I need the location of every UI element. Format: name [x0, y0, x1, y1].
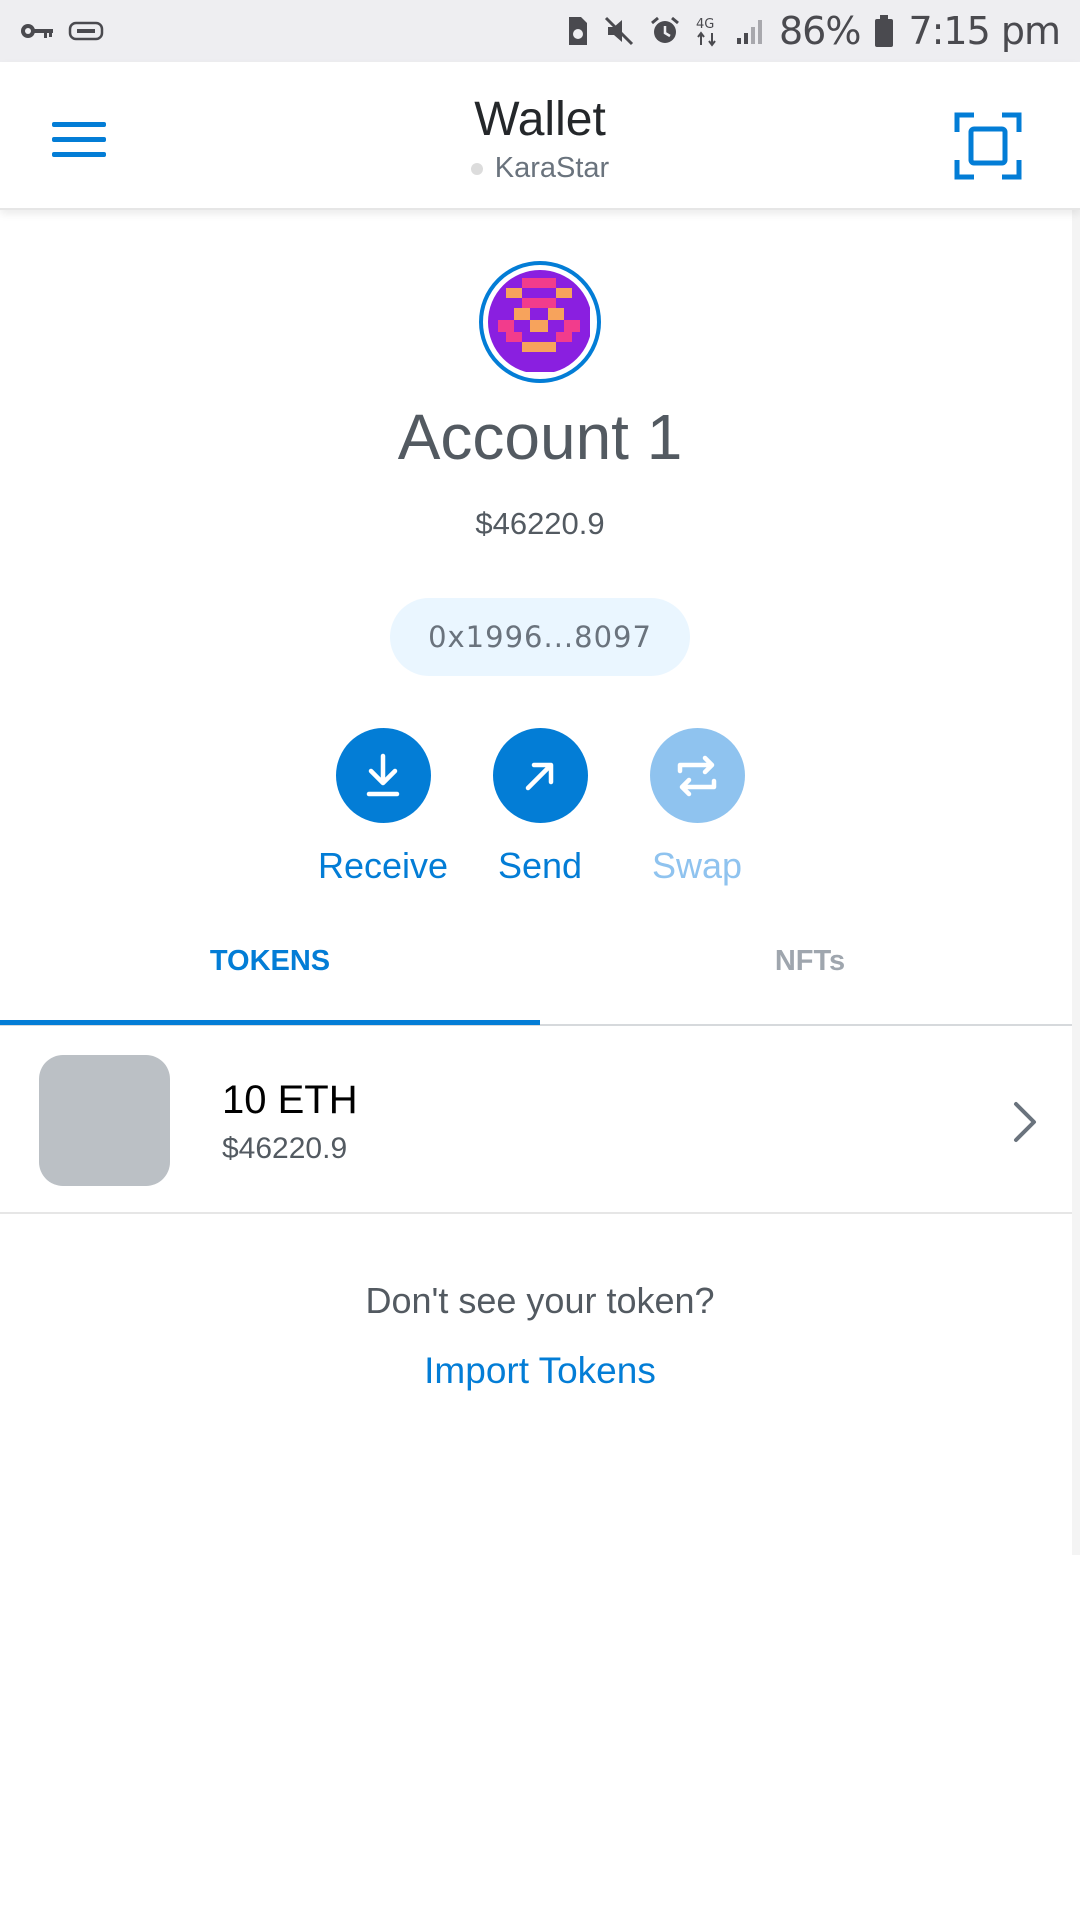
battery-percent: 86% — [778, 9, 861, 53]
network-4g-icon: 4G — [695, 15, 721, 47]
receive-button[interactable]: Receive — [303, 728, 463, 887]
signal-icon — [735, 16, 765, 46]
status-right-icons: 4G 86% 7:15 pm — [565, 9, 1061, 53]
tab-tokens[interactable]: TOKENS — [0, 920, 540, 1024]
swap-icon — [649, 728, 745, 823]
asset-tabs: TOKENS NFTs — [0, 920, 1080, 1026]
network-status-dot — [470, 162, 483, 175]
identicon — [488, 270, 592, 374]
app-header: Wallet KaraStar — [0, 62, 1080, 210]
missing-token-prompt: Don't see your token? — [365, 1280, 715, 1321]
battery-icon — [874, 14, 894, 48]
network-indicator[interactable]: KaraStar — [0, 152, 1080, 185]
import-tokens-label[interactable]: Import Tokens — [424, 1350, 656, 1391]
token-row-eth[interactable]: 10 ETH $46220.9 — [0, 1028, 1080, 1214]
active-tab-indicator — [0, 1020, 540, 1025]
send-label: Send — [497, 845, 583, 886]
token-placeholder-icon — [39, 1055, 170, 1186]
send-button[interactable]: Send — [460, 728, 620, 887]
network-name: KaraStar — [494, 152, 610, 184]
status-bar: 4G 86% 7:15 pm — [0, 0, 1080, 62]
swap-label: Swap — [651, 845, 743, 886]
qr-scan-icon[interactable] — [954, 112, 1022, 180]
svg-text:4G: 4G — [696, 17, 714, 32]
scroll-track — [1072, 210, 1080, 1555]
import-tokens-link[interactable]: Import Tokens — [0, 1350, 1080, 1392]
status-left-icons — [20, 20, 104, 42]
token-fiat-value: $46220.9 — [222, 1132, 348, 1165]
account-balance: $46220.9 — [475, 506, 605, 541]
token-amount: 10 ETH — [222, 1078, 358, 1122]
chevron-right-icon — [1010, 1100, 1040, 1144]
key-icon — [20, 22, 54, 40]
account-avatar[interactable] — [479, 261, 601, 383]
status-time: 7:15 pm — [908, 9, 1061, 53]
sim-icon — [565, 15, 589, 47]
alarm-icon — [649, 15, 681, 47]
account-address-pill[interactable]: 0x1996...8097 — [390, 598, 690, 676]
tab-nfts[interactable]: NFTs — [540, 920, 1080, 1024]
mute-icon — [603, 15, 635, 47]
send-arrow-icon — [492, 728, 588, 823]
account-name: Account 1 — [397, 401, 683, 473]
receive-arrow-icon — [335, 728, 431, 823]
swap-button[interactable]: Swap — [617, 728, 777, 887]
page-title: Wallet — [474, 93, 606, 146]
receive-label: Receive — [317, 845, 449, 886]
usb-debug-icon — [68, 20, 104, 42]
